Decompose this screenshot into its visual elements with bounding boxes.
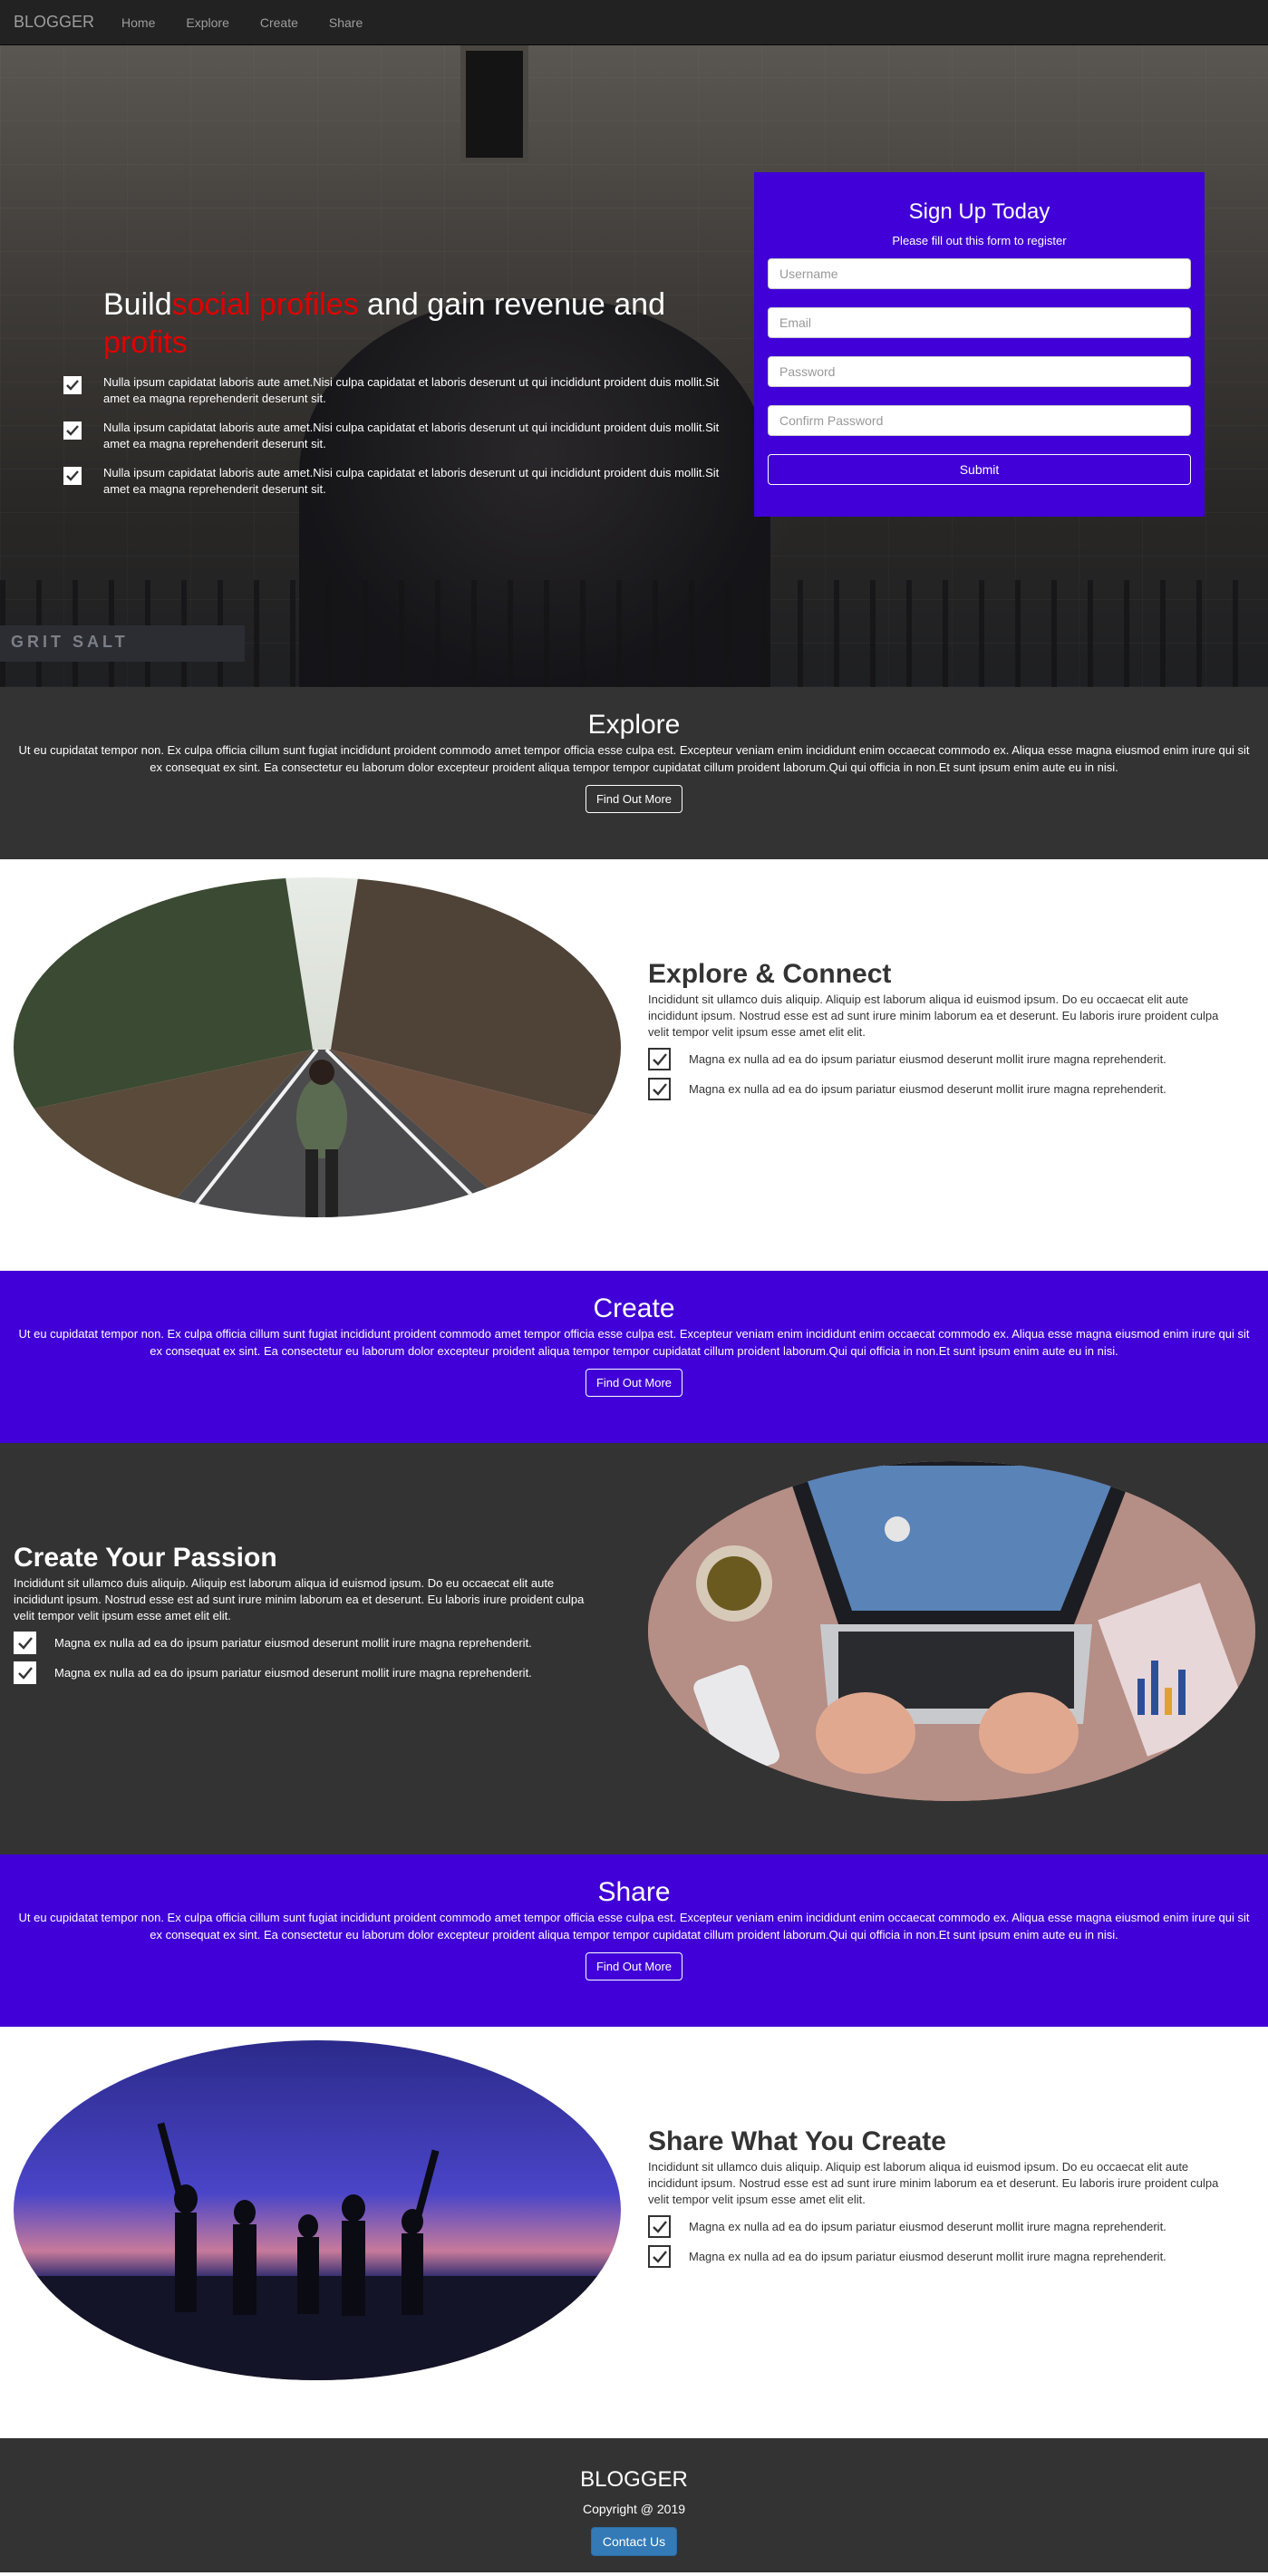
list-item-text: Magna ex nulla ad ea do ipsum pariatur e… — [689, 1081, 1166, 1096]
explore-find-out-more-button[interactable]: Find Out More — [585, 785, 683, 813]
explore-band: Explore Ut eu cupidatat tempor non. Ex c… — [0, 687, 1268, 859]
share-find-out-more-button[interactable]: Find Out More — [585, 1952, 683, 1980]
check-icon — [648, 1048, 671, 1070]
create-feature-text: Create Your Passion Incididunt sit ullam… — [14, 1543, 594, 1684]
share-feature-title: Share What You Create — [648, 2126, 946, 2156]
check-icon — [648, 2245, 671, 2268]
hero-feature-item: Nulla ipsum capidatat laboris aute amet.… — [63, 465, 725, 498]
submit-button[interactable]: Submit — [768, 454, 1191, 485]
create-feature-desc: Incididunt sit ullamco duis aliquip. Ali… — [14, 1576, 585, 1622]
hero-section: GRIT SALT Buildsocial profiles and gain … — [0, 45, 1268, 687]
explore-feature-title: Explore & Connect — [648, 959, 892, 989]
road-hiker-image — [14, 877, 621, 1217]
signup-title: Sign Up Today — [908, 199, 1050, 224]
brand-logo[interactable]: BLOGGER — [14, 13, 94, 32]
list-item: Magna ex nulla ad ea do ipsum pariatur e… — [648, 2245, 1228, 2268]
list-item-text: Magna ex nulla ad ea do ipsum pariatur e… — [689, 2249, 1166, 2263]
share-feature-section: Share What You Create Incididunt sit ull… — [0, 2027, 1268, 2438]
create-feature-section: Create Your Passion Incididunt sit ullam… — [0, 1443, 1268, 1855]
check-icon — [63, 421, 82, 440]
hero-feature-item: Nulla ipsum capidatat laboris aute amet.… — [63, 374, 725, 407]
check-icon — [14, 1632, 36, 1654]
share-band: Share Ut eu cupidatat tempor non. Ex cul… — [0, 1855, 1268, 2027]
list-item: Magna ex nulla ad ea do ipsum pariatur e… — [14, 1661, 594, 1684]
explore-feature-text: Explore & Connect Incididunt sit ullamco… — [648, 959, 1228, 1100]
explore-band-text: Ut eu cupidatat tempor non. Ex culpa off… — [18, 743, 1250, 774]
nav-share[interactable]: Share — [329, 15, 363, 30]
hero-copy: Buildsocial profiles and gain revenue an… — [63, 286, 725, 498]
password-input[interactable] — [768, 356, 1191, 387]
create-band-title: Create — [593, 1293, 675, 1323]
list-item: Magna ex nulla ad ea do ipsum pariatur e… — [648, 1048, 1228, 1070]
laptop-desk-image — [648, 1461, 1255, 1801]
check-icon — [14, 1661, 36, 1684]
create-feature-title: Create Your Passion — [14, 1543, 277, 1573]
share-feature-text: Share What You Create Incididunt sit ull… — [648, 2126, 1228, 2268]
signup-subtitle: Please fill out this form to register — [892, 234, 1067, 247]
email-input[interactable] — [768, 307, 1191, 338]
list-item-text: Magna ex nulla ad ea do ipsum pariatur e… — [54, 1665, 532, 1680]
hero-background-window — [460, 45, 528, 163]
share-feature-desc: Incididunt sit ullamco duis aliquip. Ali… — [648, 2160, 1219, 2206]
hero-background-sign: GRIT SALT — [0, 625, 245, 662]
list-item: Magna ex nulla ad ea do ipsum pariatur e… — [648, 1078, 1228, 1100]
explore-feature-section: Explore & Connect Incididunt sit ullamco… — [0, 859, 1268, 1271]
share-band-text: Ut eu cupidatat tempor non. Ex culpa off… — [18, 1911, 1250, 1942]
nav-create[interactable]: Create — [260, 15, 298, 30]
contact-us-button[interactable]: Contact Us — [590, 2527, 678, 2556]
footer: BLOGGER Copyright @ 2019 Contact Us — [0, 2438, 1268, 2572]
check-icon — [648, 2215, 671, 2238]
check-icon — [648, 1078, 671, 1100]
share-band-title: Share — [597, 1877, 671, 1907]
confirm-password-input[interactable] — [768, 405, 1191, 436]
explore-feature-desc: Incididunt sit ullamco duis aliquip. Ali… — [648, 993, 1219, 1039]
check-icon — [63, 376, 82, 394]
nav-home[interactable]: Home — [121, 15, 155, 30]
list-item: Magna ex nulla ad ea do ipsum pariatur e… — [14, 1632, 594, 1654]
list-item-text: Magna ex nulla ad ea do ipsum pariatur e… — [54, 1635, 532, 1650]
signup-form: Sign Up Today Please fill out this form … — [754, 172, 1205, 517]
hero-feature-text: Nulla ipsum capidatat laboris aute amet.… — [103, 375, 720, 405]
username-input[interactable] — [768, 258, 1191, 289]
footer-brand: BLOGGER — [580, 2467, 688, 2492]
create-band-text: Ut eu cupidatat tempor non. Ex culpa off… — [18, 1327, 1250, 1358]
list-item-text: Magna ex nulla ad ea do ipsum pariatur e… — [689, 1051, 1166, 1066]
list-item-text: Magna ex nulla ad ea do ipsum pariatur e… — [689, 2219, 1166, 2233]
explore-band-title: Explore — [587, 710, 681, 740]
check-icon — [63, 467, 82, 485]
navbar: BLOGGER Home Explore Create Share — [0, 0, 1268, 45]
create-find-out-more-button[interactable]: Find Out More — [585, 1369, 683, 1397]
footer-copyright: Copyright @ 2019 — [582, 2502, 686, 2516]
list-item: Magna ex nulla ad ea do ipsum pariatur e… — [648, 2215, 1228, 2238]
beach-silhouettes-image — [14, 2040, 621, 2380]
hero-title: Buildsocial profiles and gain revenue an… — [103, 287, 665, 360]
hero-feature-text: Nulla ipsum capidatat laboris aute amet.… — [103, 466, 720, 496]
nav-explore[interactable]: Explore — [186, 15, 228, 30]
create-band: Create Ut eu cupidatat tempor non. Ex cu… — [0, 1271, 1268, 1443]
hero-feature-item: Nulla ipsum capidatat laboris aute amet.… — [63, 420, 725, 452]
hero-feature-text: Nulla ipsum capidatat laboris aute amet.… — [103, 421, 720, 450]
